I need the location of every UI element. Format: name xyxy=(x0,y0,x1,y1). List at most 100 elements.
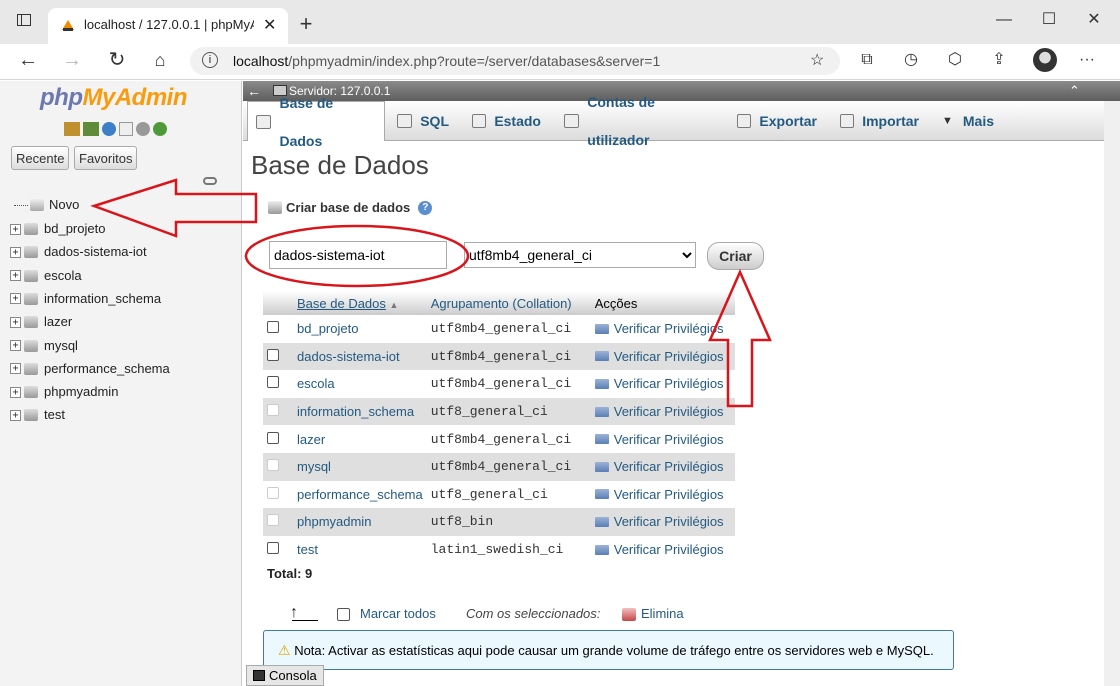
check-privileges-link[interactable]: Verificar Privilégios xyxy=(594,404,731,419)
new-tab-icon[interactable]: + xyxy=(292,10,320,38)
help-icon[interactable] xyxy=(102,122,116,136)
expand-icon[interactable]: + xyxy=(10,316,21,328)
tree-db-item[interactable]: + escola xyxy=(10,265,82,287)
scrollbar[interactable] xyxy=(1104,101,1120,686)
tree-db-item[interactable]: + information_schema xyxy=(10,288,161,310)
more-icon[interactable]: ··· xyxy=(1073,46,1101,74)
row-db-link[interactable]: dados-sistema-iot xyxy=(297,349,400,364)
collation-select[interactable]: utf8mb4_general_ci xyxy=(464,242,696,268)
drop-link[interactable]: Elimina xyxy=(641,606,684,621)
help-icon[interactable]: ? xyxy=(418,200,433,215)
check-privileges-link[interactable]: Verificar Privilégios xyxy=(594,459,731,474)
settings-icon[interactable] xyxy=(136,122,150,136)
favorite-icon[interactable]: ☆ xyxy=(810,50,824,70)
tree-db-item[interactable]: + phpmyadmin xyxy=(10,381,118,403)
minimize-icon[interactable]: — xyxy=(990,6,1018,34)
tree-db-item[interactable]: + lazer xyxy=(10,311,72,333)
check-all-checkbox[interactable] xyxy=(337,608,350,621)
history-icon[interactable]: ◷ xyxy=(897,46,925,74)
expand-icon[interactable]: + xyxy=(10,270,21,282)
tree-new-database[interactable]: Novo xyxy=(14,194,79,216)
profile-icon[interactable] xyxy=(1033,48,1057,72)
expand-icon[interactable]: + xyxy=(10,293,21,305)
favorites-button[interactable]: Favoritos xyxy=(74,146,138,170)
docs-icon[interactable] xyxy=(119,122,133,136)
row-db-name-cell: bd_projeto xyxy=(293,315,427,343)
row-checkbox[interactable] xyxy=(267,348,279,361)
forward-icon[interactable]: → xyxy=(58,46,86,74)
tab-import[interactable]: Importar xyxy=(832,101,927,141)
check-privileges-label: Verificar Privilégios xyxy=(613,348,724,364)
tab-user-accounts[interactable]: Contas de utilizador xyxy=(556,94,722,148)
check-privileges-link[interactable]: Verificar Privilégios xyxy=(594,487,731,502)
tab-status[interactable]: Estado xyxy=(464,101,549,141)
check-privileges-link[interactable]: Verificar Privilégios xyxy=(594,432,731,447)
console-toggle[interactable]: Consola xyxy=(246,665,324,686)
home-icon[interactable]: ⌂ xyxy=(146,46,174,74)
sidebar-icon[interactable] xyxy=(10,10,38,38)
tab-databases[interactable]: Base de Dados xyxy=(247,95,385,149)
total-label: Total: 9 xyxy=(267,566,313,581)
extensions-icon[interactable]: ⬡ xyxy=(941,46,969,74)
collapse-nav-icon[interactable]: ← xyxy=(247,81,261,101)
row-checkbox[interactable] xyxy=(267,321,279,334)
check-privileges-link[interactable]: Verificar Privilégios xyxy=(594,348,731,364)
row-checkbox[interactable] xyxy=(267,542,279,555)
home-icon[interactable] xyxy=(64,122,80,136)
header-database[interactable]: Base de Dados ▲ xyxy=(293,291,427,315)
row-collation: utf8_bin xyxy=(426,508,591,536)
pma-logo[interactable]: phpMyAdmin xyxy=(40,84,187,112)
browser-tab[interactable]: localhost / 127.0.0.1 | phpMyAdmin ✕ xyxy=(48,8,288,44)
row-db-link[interactable]: phpmyadmin xyxy=(297,514,371,529)
info-icon[interactable]: i xyxy=(202,52,218,68)
check-privileges-link[interactable]: Verificar Privilégios xyxy=(594,514,731,529)
more-caret-icon: ▼ xyxy=(942,115,953,127)
check-privileges-link[interactable]: Verificar Privilégios xyxy=(594,542,731,557)
share-icon[interactable]: ⇪ xyxy=(985,46,1013,74)
row-db-link[interactable]: escola xyxy=(297,376,335,391)
collapse-header-icon[interactable]: ⌃ xyxy=(1069,81,1080,101)
logout-icon[interactable] xyxy=(83,122,99,136)
recent-button[interactable]: Recente xyxy=(11,146,70,170)
create-db-heading: Criar base de dados ? xyxy=(268,200,433,215)
collections-icon[interactable]: ⧉ xyxy=(853,46,881,74)
row-db-link[interactable]: information_schema xyxy=(297,404,414,419)
tree-db-item[interactable]: + dados-sistema-iot xyxy=(10,241,147,263)
expand-icon[interactable]: + xyxy=(10,246,21,258)
tree-db-item[interactable]: + mysql xyxy=(10,335,78,357)
tab-sql[interactable]: SQL xyxy=(389,101,457,141)
row-db-link[interactable]: bd_projeto xyxy=(297,321,358,336)
expand-icon[interactable]: + xyxy=(10,363,21,375)
back-icon[interactable]: ← xyxy=(14,46,42,74)
tab-export[interactable]: Exportar xyxy=(729,101,825,141)
maximize-icon[interactable]: ☐ xyxy=(1035,6,1063,34)
tree-db-item[interactable]: + performance_schema xyxy=(10,358,170,380)
window-close-icon[interactable]: ✕ xyxy=(1080,6,1108,34)
close-icon[interactable]: ✕ xyxy=(263,15,276,35)
reload-navigation-icon[interactable] xyxy=(153,122,167,136)
row-db-link[interactable]: performance_schema xyxy=(297,487,423,502)
row-db-link[interactable]: test xyxy=(297,542,318,557)
check-privileges-link[interactable]: Verificar Privilégios xyxy=(594,376,731,391)
check-privileges-link[interactable]: Verificar Privilégios xyxy=(594,321,731,336)
expand-icon[interactable]: + xyxy=(10,340,21,351)
url-host: localhost xyxy=(233,53,289,69)
expand-icon[interactable]: + xyxy=(10,386,21,398)
check-all-link[interactable]: Marcar todos xyxy=(360,606,436,621)
link-icon[interactable] xyxy=(203,177,217,185)
expand-icon[interactable]: + xyxy=(10,223,21,235)
row-checkbox[interactable] xyxy=(267,431,279,444)
header-collation[interactable]: Agrupamento (Collation) xyxy=(426,291,591,315)
row-checkbox[interactable] xyxy=(267,376,279,389)
row-db-link[interactable]: mysql xyxy=(297,459,331,474)
tree-db-item[interactable]: + bd_projeto xyxy=(10,218,105,240)
reload-icon[interactable]: ↻ xyxy=(103,46,131,74)
row-db-link[interactable]: lazer xyxy=(297,432,325,447)
address-bar[interactable]: i localhost/phpmyadmin/index.php?route=/… xyxy=(190,47,840,75)
database-name-input[interactable] xyxy=(269,241,447,269)
create-button[interactable]: Criar xyxy=(707,242,764,270)
url-text: localhost/phpmyadmin/index.php?route=/se… xyxy=(233,53,660,69)
tab-more[interactable]: ▼ Mais xyxy=(934,101,1002,141)
expand-icon[interactable]: + xyxy=(10,409,21,421)
tree-db-item[interactable]: + test xyxy=(10,404,65,426)
